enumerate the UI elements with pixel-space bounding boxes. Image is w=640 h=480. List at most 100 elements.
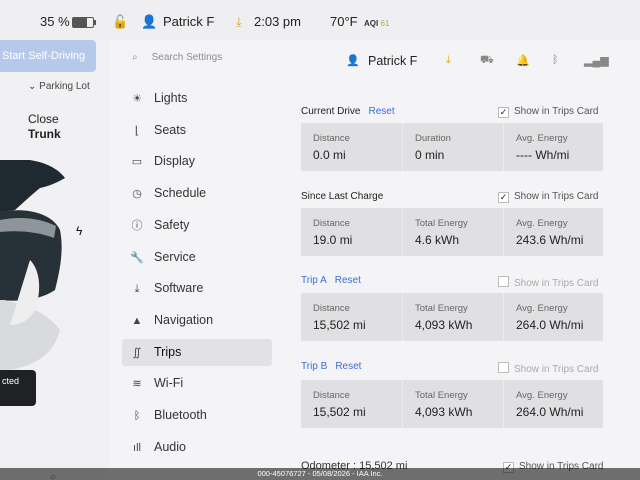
stat-distance: Distance 15,502 mi (301, 293, 401, 341)
cart-icon[interactable]: ⛟ (480, 54, 494, 68)
menu-item-safety[interactable]: ⓘ Safety (122, 212, 272, 239)
download-icon[interactable]: ⤓ (446, 54, 451, 67)
header-user-name[interactable]: Patrick F (368, 54, 417, 68)
search-icon: ⌕ (132, 52, 138, 63)
checkbox-icon (498, 276, 509, 287)
start-self-driving-button[interactable]: Start Self-Driving (0, 40, 96, 72)
stat-distance: Distance 15,502 mi (301, 380, 401, 428)
stat-value: 19.0 mi (313, 233, 353, 247)
checkbox-icon: ✓ (498, 107, 509, 118)
stat-avg-energy: Avg. Energy 264.0 Wh/mi (503, 293, 603, 341)
stat-label: Total Energy (415, 303, 468, 314)
menu-item-schedule[interactable]: ◷ Schedule (122, 180, 272, 207)
menu-item-label: Audio (154, 439, 186, 454)
search-settings[interactable]: ⌕ Search Settings (132, 52, 222, 63)
stat-value: 15,502 mi (313, 318, 366, 332)
stat-label: Avg. Energy (516, 390, 568, 401)
stat-label: Distance (313, 390, 350, 401)
wifi-icon: ≋ (132, 378, 142, 391)
stat-distance: Distance 0.0 mi (301, 123, 401, 171)
stat-value: 15,502 mi (313, 405, 366, 419)
lock-icon[interactable]: 🔓 (112, 14, 128, 30)
stat-value: 243.6 Wh/mi (516, 233, 584, 247)
navigation-icon: ▲ (131, 314, 143, 327)
stat-label: Duration (415, 133, 451, 144)
bluetooth-icon[interactable]: ᛒ (552, 54, 559, 66)
bell-icon[interactable]: 🔔 (516, 54, 530, 67)
menu-item-label: Navigation (154, 312, 214, 327)
menu-item-service[interactable]: 🔧 Service (122, 244, 272, 271)
trip-b-title: Trip B Reset (301, 361, 362, 372)
menu-item-label: Seats (154, 122, 186, 137)
settings-header: 👤 Patrick F ⤓ ⛟ 🔔 ᛒ ▂▄▆ (288, 40, 640, 80)
since-last-charge-show-checkbox[interactable]: ✓ Show in Trips Card (498, 191, 598, 203)
current-drive-card: Distance 0.0 mi Duration 0 min Avg. Energy --… (301, 123, 603, 171)
stat-value: 4,093 kWh (415, 318, 473, 332)
trip-a-title: Trip A Reset (301, 275, 361, 286)
settings-menu: ⌕ Search Settings ☀ Lights ⌊ Seats ▭ Display ◷ S… (110, 40, 288, 480)
wrench-icon: 🔧 (130, 251, 144, 264)
trip-b-reset-link[interactable]: Reset (335, 361, 361, 372)
since-last-charge-title: Since Last Charge (301, 191, 384, 202)
chevron-down-icon: ⌄ (28, 81, 40, 92)
menu-item-label: Trips (154, 344, 182, 359)
trip-a-reset-link[interactable]: Reset (335, 275, 361, 286)
display-icon: ▭ (131, 156, 143, 169)
stat-total-energy: Total Energy 4,093 kWh (402, 293, 502, 341)
parking-lot-selector[interactable]: ⌄ Parking Lot (28, 81, 90, 92)
stat-distance: Distance 19.0 mi (301, 208, 401, 256)
menu-item-display[interactable]: ▭ Display (122, 148, 272, 175)
menu-item-seats[interactable]: ⌊ Seats (122, 117, 272, 144)
stat-label: Distance (313, 218, 350, 229)
stat-value: 0 min (415, 148, 445, 162)
checkbox-icon (498, 362, 509, 373)
stat-duration: Duration 0 min (402, 123, 502, 171)
menu-item-label: Bluetooth (154, 408, 207, 422)
trip-b-card: Distance 15,502 mi Total Energy 4,093 kWh Av… (301, 380, 603, 428)
stat-avg-energy: Avg. Energy ---- Wh/mi (503, 123, 603, 171)
download-icon: ⤓ (134, 283, 140, 296)
menu-item-navigation[interactable]: ▲ Navigation (122, 307, 272, 334)
menu-item-software[interactable]: ⤓ Software (122, 275, 272, 302)
checkbox-icon: ✓ (498, 192, 509, 203)
menu-item-label: Wi-Fi (154, 376, 184, 391)
trip-b-show-checkbox[interactable]: Show in Trips Card (498, 362, 598, 375)
menu-item-trips[interactable]: ∬ Trips (122, 338, 272, 366)
aqi-badge: AQI 61 (364, 19, 390, 28)
battery-icon (72, 17, 96, 28)
stat-value: 4,093 kWh (415, 405, 473, 419)
schedule-icon: ◷ (132, 188, 142, 201)
trip-a-show-checkbox[interactable]: Show in Trips Card (498, 276, 598, 289)
close-trunk-button[interactable]: Close Trunk (28, 112, 61, 142)
status-user-name[interactable]: Patrick F (163, 14, 214, 29)
charging-bolt-icon: ϟ (76, 224, 83, 238)
menu-item-lights[interactable]: ☀ Lights (122, 85, 272, 112)
current-drive-show-checkbox[interactable]: ✓ Show in Trips Card (498, 106, 598, 118)
avatar-icon[interactable]: 👤 (346, 54, 360, 67)
car-image (0, 160, 65, 370)
lights-icon: ☀ (132, 93, 142, 105)
stat-value: 264.0 Wh/mi (516, 405, 584, 419)
avatar-icon[interactable]: 👤 (141, 14, 157, 30)
download-icon[interactable]: ⤓ (236, 14, 242, 30)
stat-value: ---- Wh/mi (516, 148, 570, 162)
menu-item-wi-fi[interactable]: ≋ Wi-Fi (122, 370, 272, 397)
signal-icon[interactable]: ▂▄▆ (584, 54, 609, 67)
menu-item-label: Lights (154, 91, 188, 105)
trips-panel: 👤 Patrick F ⤓ ⛟ 🔔 ᛒ ▂▄▆ Current Drive Res… (288, 40, 640, 480)
stat-value: 0.0 mi (313, 148, 346, 162)
current-drive-reset-link[interactable]: Reset (368, 106, 394, 117)
stat-label: Total Energy (415, 218, 468, 229)
stat-value: 4.6 kWh (415, 233, 460, 247)
menu-item-audio[interactable]: ıll Audio (122, 434, 272, 461)
stat-total-energy: Total Energy 4.6 kWh (402, 208, 502, 256)
audio-icon: ıll (133, 441, 141, 454)
stat-avg-energy: Avg. Energy 264.0 Wh/mi (503, 380, 603, 428)
stat-label: Avg. Energy (516, 303, 568, 314)
safety-icon: ⓘ (131, 219, 143, 232)
menu-item-bluetooth[interactable]: ᛒ Bluetooth (122, 402, 272, 429)
bluetooth-icon: ᛒ (133, 410, 141, 422)
stat-label: Avg. Energy (516, 218, 568, 229)
search-placeholder: Search Settings (151, 52, 223, 63)
current-drive-title: Current Drive Reset (301, 106, 395, 117)
